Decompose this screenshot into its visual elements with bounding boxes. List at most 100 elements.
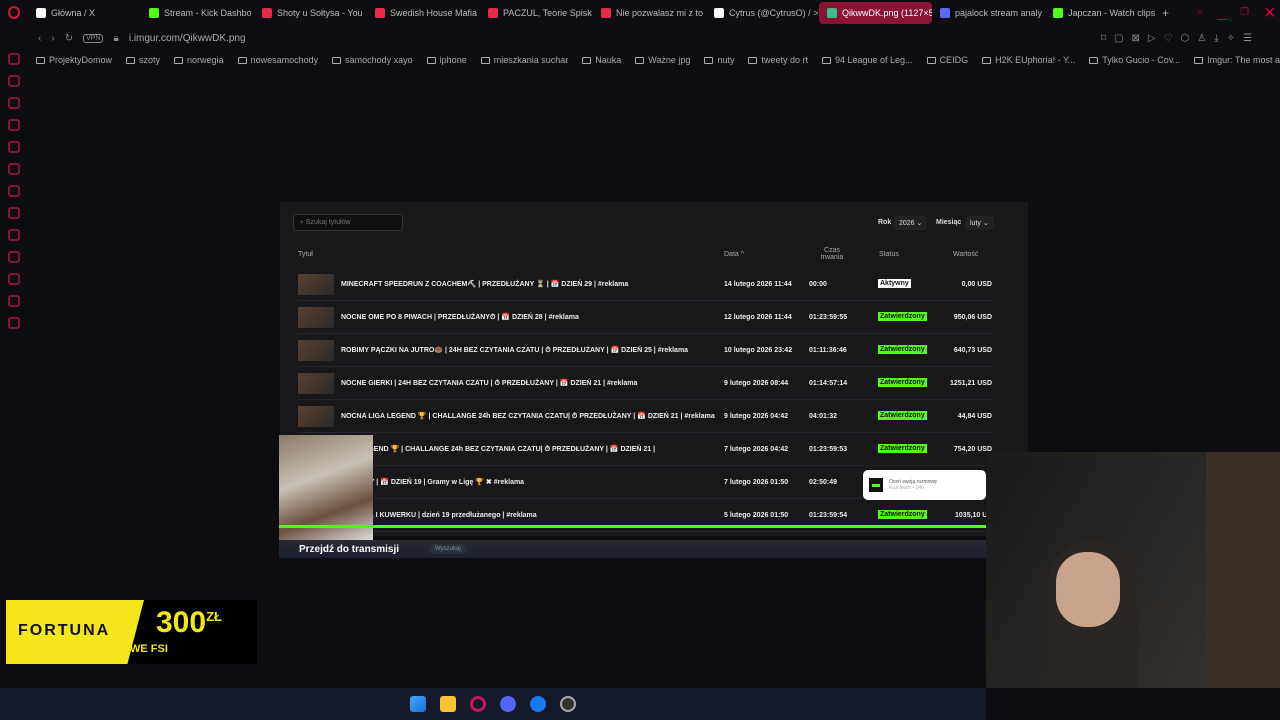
file-explorer-icon[interactable] (440, 696, 456, 712)
toolbar-icons[interactable]: ⌑▢⊠▷♡⬡♙⤓✧☰ (1101, 33, 1260, 44)
table-row[interactable]: NOCNE GIERKI | 24H BEZ CZYTANIA CZATU | … (298, 367, 992, 400)
tab-label: Główna / X (51, 7, 96, 18)
tab[interactable]: Shoty u Sołtysa - You (254, 2, 367, 24)
month-select[interactable]: luty ⌄ (965, 216, 994, 230)
sidebar-app-icon[interactable] (8, 97, 20, 109)
tab[interactable]: PACZUL, Teorie Spisk (480, 2, 593, 24)
sidebar-app-icon[interactable] (8, 251, 20, 263)
table-row[interactable]: MINECRAFT SPEEDRUN Z COACHEM⛏ | PRZEDŁUŻ… (298, 268, 992, 301)
close-button[interactable]: ✕ (1263, 3, 1276, 23)
tab[interactable]: Japczan - Watch clips (1045, 2, 1158, 24)
col-title[interactable]: Tytuł (298, 251, 313, 258)
youtube-icon (601, 7, 611, 18)
search-icon[interactable]: ⌕ (1197, 6, 1203, 19)
sidebar-app-icon[interactable] (8, 229, 20, 241)
table-row[interactable]: LIGA LEGEND 🏆 | CHALLANGE 24h BEZ CZYTAN… (298, 433, 992, 466)
bookmark[interactable]: Imgur: The most a... (1194, 55, 1280, 65)
search-placeholder: Szukaj tytułów (305, 219, 351, 226)
col-date[interactable]: Data ^ (724, 251, 744, 258)
sidebar-app-icon[interactable] (8, 273, 20, 285)
bookmark[interactable]: ProjektyDomow (36, 55, 112, 65)
stream-progress-bar (279, 525, 986, 528)
sidebar-app-icon[interactable] (8, 185, 20, 197)
table-row[interactable]: NOCNA LIGA LEGEND 🏆 | CHALLANGE 24h BEZ … (298, 400, 992, 433)
notification-toast[interactable]: Oceń swoją rozmowę Kick team • 14h (863, 470, 986, 500)
sidebar-app-icon[interactable] (8, 119, 20, 131)
tab-label: Nie pozwalasz mi z to (616, 7, 704, 18)
bookmark[interactable]: nuty (704, 55, 734, 65)
goto-stream-button[interactable]: Przejdź do transmisji (299, 544, 399, 555)
stream-duration: 02:50:49 (809, 479, 838, 486)
bookmark-label: nowesamochody (250, 55, 319, 65)
bookmark[interactable]: 94 League of Leg... (821, 55, 913, 65)
back-icon[interactable]: ‹ (38, 33, 41, 44)
stream-title: NOCNA LIGA LEGEND 🏆 | CHALLANGE 24h BEZ … (341, 413, 715, 420)
tab[interactable]: Nie pozwalasz mi z to (593, 2, 706, 24)
bookmark[interactable]: Tylko Gucio - Cov... (1089, 55, 1180, 65)
status-badge: Zatwierdzony (878, 510, 927, 519)
tab[interactable]: Swedish House Mafia (367, 2, 480, 24)
bookmark[interactable]: norwegia (174, 55, 224, 65)
ad-amount-value: 300 (156, 606, 207, 639)
new-tab-button[interactable]: + (1162, 6, 1169, 20)
vpn-badge[interactable]: VPN (83, 33, 104, 43)
bookmark[interactable]: samochody xayo (332, 55, 413, 65)
month-value: luty (970, 220, 981, 227)
year-select[interactable]: 2026 ⌄ (894, 216, 928, 230)
sidebar-app-icon[interactable] (8, 317, 20, 329)
tab-label: Cytrus (@CytrusO) / > (729, 7, 819, 18)
bookmark[interactable]: tweety do rt (748, 55, 808, 65)
tab[interactable]: Główna / X (28, 2, 141, 24)
stream-date: 9 lutego 2026 04:42 (724, 413, 789, 420)
bookmark[interactable]: szoty (126, 55, 160, 65)
bookmark[interactable]: CEIDG (926, 55, 969, 65)
col-duration[interactable]: Czas trwania (812, 247, 852, 261)
folder-icon (426, 56, 436, 64)
folder-icon (332, 56, 342, 64)
obs-icon[interactable] (560, 696, 576, 712)
bookmark-label: iphone (439, 55, 467, 65)
folder-icon (1089, 56, 1099, 64)
sidebar-app-icon[interactable] (8, 207, 20, 219)
folder-icon (582, 56, 592, 64)
tab[interactable]: QikwwDK.png (1127×539) (819, 1, 932, 24)
tab-bar: Główna / X Stream - Kick Dashbo Shoty u So… (0, 0, 1280, 25)
sidebar-app-icon[interactable] (8, 141, 20, 153)
opera-icon[interactable] (470, 696, 486, 712)
discord-icon[interactable] (500, 696, 516, 712)
minimize-button[interactable]: _ (1217, 4, 1226, 22)
stream-date: 9 lutego 2026 08:44 (724, 380, 789, 387)
sidebar-app-icon[interactable] (8, 163, 20, 175)
tab[interactable]: Stream - Kick Dashbo (141, 2, 254, 24)
windows-start-icon[interactable] (410, 696, 426, 712)
tab-label: Stream - Kick Dashbo (164, 7, 252, 18)
sidebar-app-icon[interactable] (8, 53, 20, 65)
stream-date: 7 lutego 2026 01:50 (724, 479, 789, 486)
bookmark[interactable]: H2K EUphoria! - Y... (982, 55, 1075, 65)
facebook-icon[interactable] (530, 696, 546, 712)
webcam-feed (986, 452, 1280, 688)
forward-icon[interactable]: › (51, 33, 54, 44)
folder-icon (635, 56, 645, 64)
tab[interactable]: pajalock stream analy (932, 2, 1045, 24)
col-value[interactable]: Wartość (953, 251, 978, 258)
bookmark-label: 94 League of Leg... (834, 55, 913, 65)
search-input[interactable]: ⌕ Szukaj tytułów (293, 214, 403, 231)
url-field[interactable]: i.imgur.com/QikwwDK.png (129, 33, 246, 44)
bookmark-label: CEIDG (939, 55, 969, 65)
maximize-button[interactable]: ❐ (1240, 7, 1249, 18)
tab[interactable]: Cytrus (@CytrusO) / > (706, 2, 819, 24)
bookmark[interactable]: nowesamochody (237, 55, 319, 65)
opera-logo-icon[interactable] (0, 6, 28, 19)
reload-icon[interactable]: ↻ (65, 33, 73, 44)
col-status[interactable]: Status (879, 251, 899, 258)
bookmark[interactable]: iphone (426, 55, 467, 65)
sidebar-app-icon[interactable] (8, 295, 20, 307)
sidebar-app-icon[interactable] (8, 75, 20, 87)
bookmark[interactable]: mieszkania suchar (480, 55, 569, 65)
bookmark-label: mieszkania suchar (493, 55, 569, 65)
table-row[interactable]: NOCNE OME PO 8 PIWACH | PRZEDŁUŻANY⏱ | 📅… (298, 301, 992, 334)
bookmark[interactable]: Nauka (582, 55, 621, 65)
table-row[interactable]: ROBIMY PĄCZKI NA JUTRO🍩 | 24H BEZ CZYTAN… (298, 334, 992, 367)
bookmark[interactable]: Ważne jpg (635, 55, 690, 65)
